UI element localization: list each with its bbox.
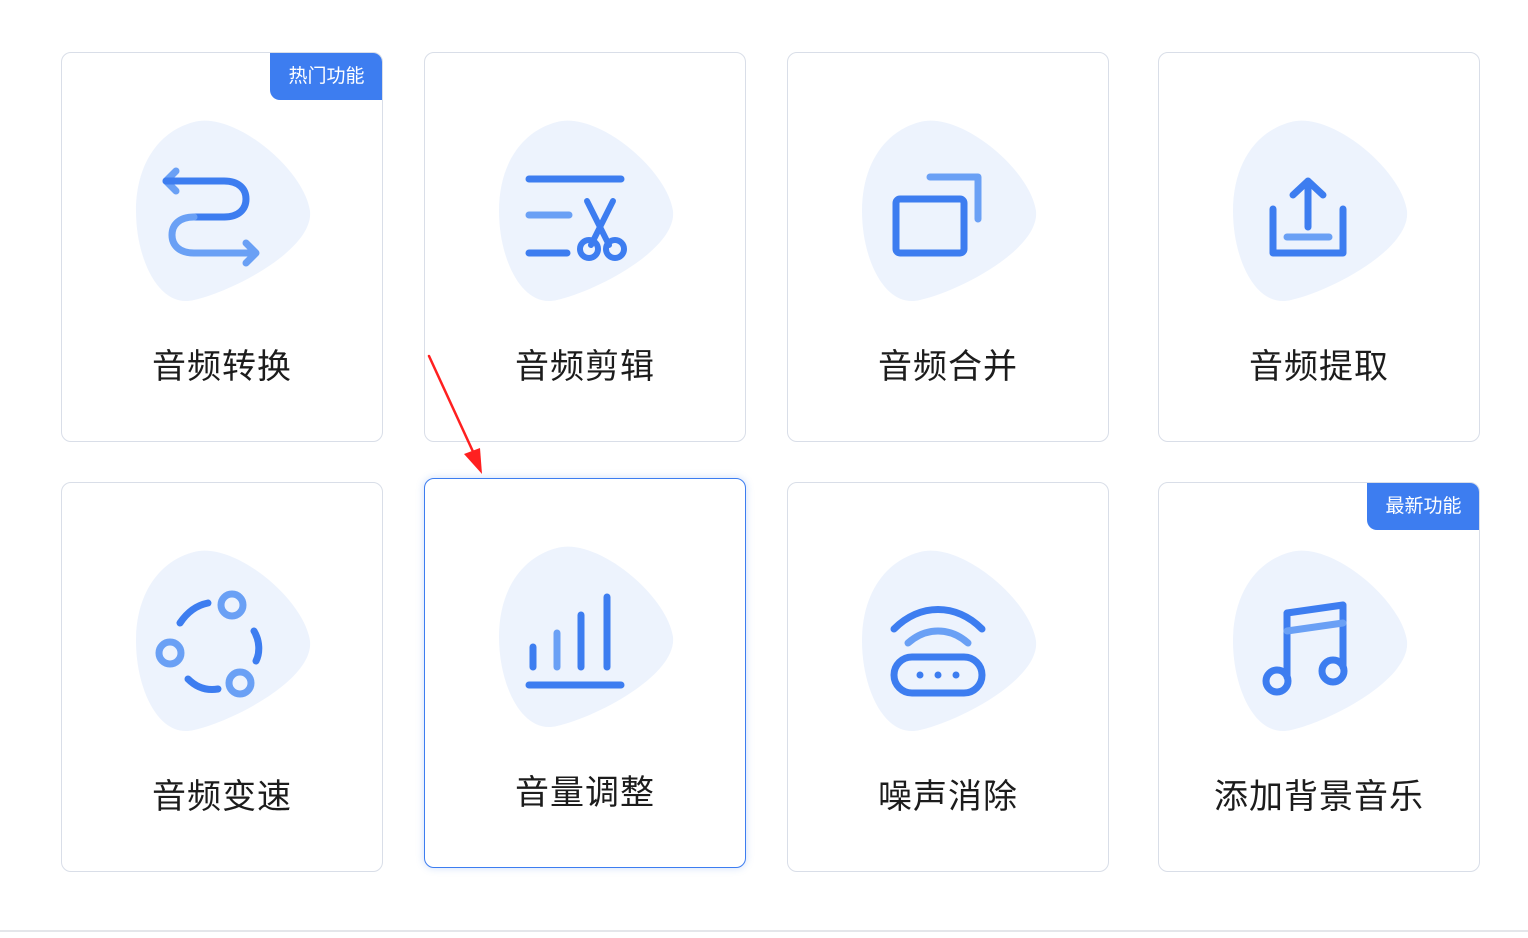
card-label: 音量调整	[515, 773, 655, 813]
card-audio-convert[interactable]: 音频转换 热门功能	[61, 52, 383, 442]
card-audio-extract[interactable]: 音频提取	[1158, 52, 1480, 442]
card-noise-removal[interactable]: 噪声消除	[787, 482, 1109, 872]
convert-arrows-icon	[162, 167, 260, 267]
card-label: 添加背景音乐	[1214, 777, 1424, 817]
merge-windows-icon	[892, 173, 982, 257]
card-label: 音频转换	[152, 347, 292, 387]
new-feature-badge: 最新功能	[1367, 483, 1479, 530]
bottom-divider	[0, 930, 1528, 932]
card-label: 音频提取	[1249, 347, 1389, 387]
feature-grid-page: 音频转换 热门功能 音频剪辑 音频合并 音频提取 音频变速 音量调整 噪声消除 …	[0, 0, 1528, 938]
card-label: 音频合并	[878, 347, 1018, 387]
card-audio-merge[interactable]: 音频合并	[787, 52, 1109, 442]
scissors-cut-icon	[525, 175, 627, 261]
noise-router-icon	[890, 606, 986, 697]
hot-feature-badge: 热门功能	[270, 53, 382, 100]
card-add-background-music[interactable]: 添加背景音乐 最新功能	[1158, 482, 1480, 872]
card-label: 噪声消除	[878, 777, 1018, 817]
card-audio-speed[interactable]: 音频变速	[61, 482, 383, 872]
card-volume-adjust[interactable]: 音量调整	[424, 478, 746, 868]
music-note-icon	[1262, 601, 1348, 696]
speed-cycle-icon	[155, 590, 263, 698]
annotation-arrow-icon	[427, 354, 482, 474]
volume-bars-icon	[525, 593, 625, 689]
card-label: 音频变速	[152, 777, 292, 817]
extract-upload-icon	[1269, 177, 1347, 257]
